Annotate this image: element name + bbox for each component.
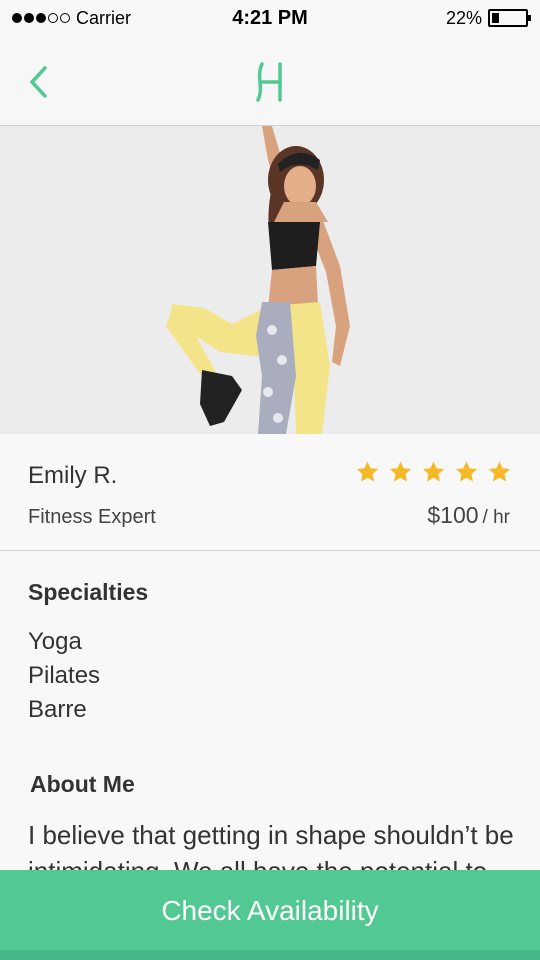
star-icon bbox=[423, 461, 444, 482]
signal-dot bbox=[48, 13, 58, 23]
trainer-title: Fitness Expert bbox=[28, 506, 156, 528]
star-rating bbox=[355, 460, 512, 484]
trainer-photo bbox=[0, 126, 540, 434]
back-button[interactable] bbox=[22, 62, 54, 102]
price: $100/ hr bbox=[427, 502, 510, 529]
trainer-photo-illustration bbox=[0, 126, 540, 434]
about-heading: About Me bbox=[30, 771, 135, 797]
signal-dot bbox=[12, 13, 22, 23]
specialty-item: Yoga bbox=[28, 628, 82, 655]
star-icon bbox=[489, 461, 510, 482]
specialty-item: Barre bbox=[28, 696, 87, 723]
carrier-label: Carrier bbox=[76, 7, 132, 28]
star-icon bbox=[456, 461, 477, 482]
check-availability-button[interactable]: Check Availability bbox=[0, 870, 540, 960]
signal-dot bbox=[36, 13, 46, 23]
star-icon bbox=[357, 461, 378, 482]
about-text: I believe that getting in shape shouldn’… bbox=[28, 820, 514, 871]
signal-dot bbox=[24, 13, 34, 23]
specialty-item: Pilates bbox=[28, 662, 101, 689]
trainer-profile: Emily R. Fitness Expert $100/ hr bbox=[0, 434, 540, 551]
battery-icon bbox=[488, 9, 531, 27]
trainer-details: Specialties Yoga Pilates Barre About Me … bbox=[0, 551, 540, 871]
brand-logo-icon bbox=[256, 62, 282, 102]
star-icon bbox=[390, 461, 411, 482]
battery-percent: 22% bbox=[445, 7, 482, 28]
specialties-heading: Specialties bbox=[28, 579, 149, 605]
price-unit: / hr bbox=[482, 507, 510, 528]
battery-status: 22% bbox=[445, 7, 531, 29]
trainer-name: Emily R. bbox=[28, 462, 118, 489]
signal-strength-icon bbox=[12, 13, 70, 23]
status-bar: Carrier 4:21 PM 22% bbox=[0, 0, 540, 36]
chevron-left-icon bbox=[30, 66, 47, 98]
nav-bar bbox=[0, 36, 540, 126]
specialties-list: Yoga Pilates Barre bbox=[28, 625, 100, 727]
battery-fill bbox=[492, 13, 500, 23]
price-amount: $100 bbox=[427, 502, 479, 528]
signal-dot bbox=[60, 13, 70, 23]
